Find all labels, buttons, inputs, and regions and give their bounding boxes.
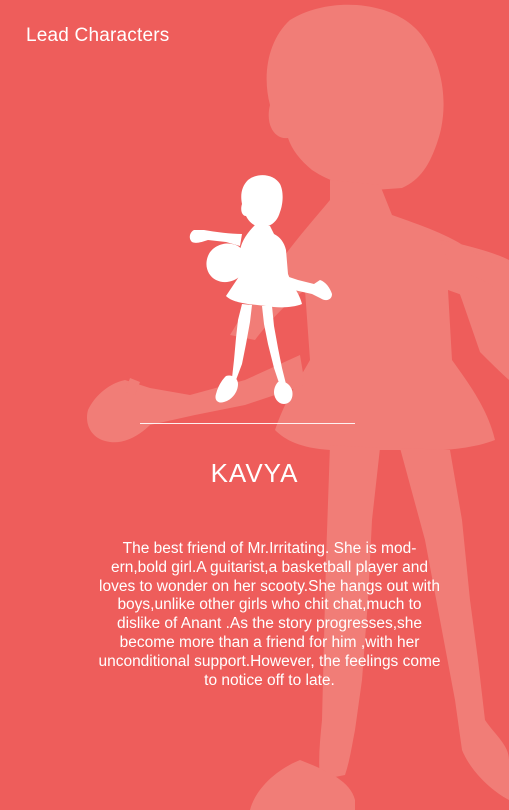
character-name: KAVYA <box>210 458 299 488</box>
character-silhouette <box>189 175 332 404</box>
divider <box>140 423 355 424</box>
character-description: The best friend of Mr.Irritating. She is… <box>98 540 441 689</box>
page-title: Lead Characters <box>26 25 170 46</box>
